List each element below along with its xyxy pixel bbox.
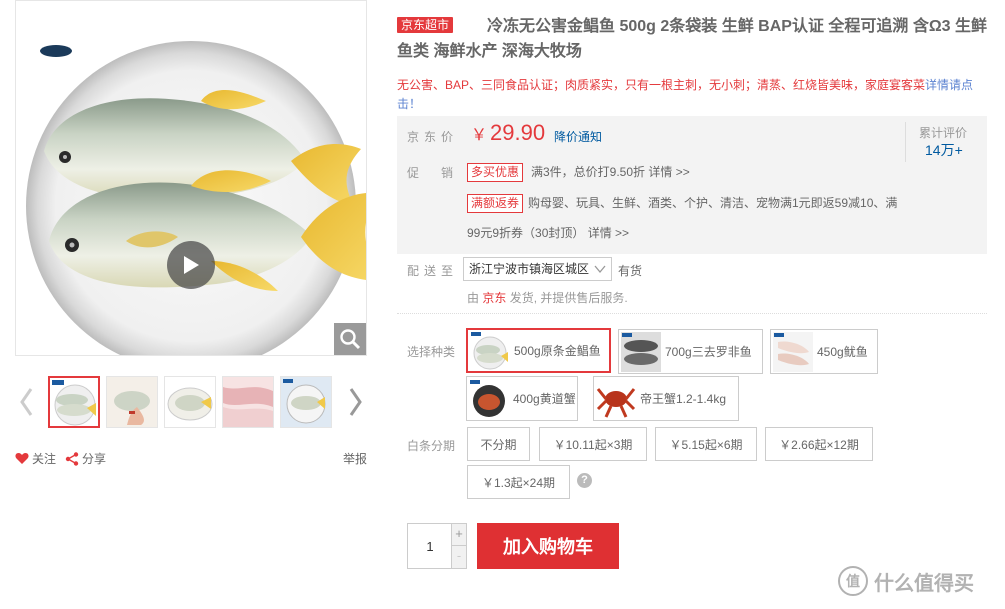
promo-coupon-text-line2: 99元9折券（30封顶） 详情 >> <box>467 225 629 242</box>
promo-coupon-desc2: 99元9折券（30封顶） <box>467 226 585 240</box>
quantity-minus-button[interactable]: - <box>451 546 466 568</box>
heart-icon <box>15 453 29 464</box>
follow-label: 关注 <box>32 452 57 466</box>
thumb-prev-button[interactable] <box>15 385 37 419</box>
follow-button[interactable]: 关注 <box>15 450 56 467</box>
share-button[interactable]: 分享 <box>65 450 106 467</box>
play-icon <box>184 256 199 274</box>
variant-name-2: 700g三去罗非鱼 <box>665 345 752 359</box>
main-product-image[interactable] <box>15 0 367 356</box>
delivery-label: 配送至 <box>407 264 459 278</box>
watermark-text: 什么值得买 <box>874 572 974 595</box>
installment-option-none[interactable]: 不分期 <box>467 427 530 461</box>
thumbnail-4[interactable] <box>222 376 274 428</box>
thumb-fish-hand-image <box>107 377 157 427</box>
quantity-stepper: + - <box>407 523 467 569</box>
promo-tag-multibuy: 多买优惠 <box>467 163 524 182</box>
thumbnail-5[interactable] <box>280 376 332 428</box>
report-label: 举报 <box>342 452 367 466</box>
subtitle-text: 无公害、BAP、三同食品认证；肉质紧实，只有一根主刺，无小刺；清蒸、红烧皆美味，… <box>397 78 926 92</box>
product-subtitle: 无公害、BAP、三同食品认证；肉质紧实，只有一根主刺，无小刺；清蒸、红烧皆美味，… <box>397 76 977 114</box>
chevron-left-icon <box>20 388 33 416</box>
thumbnail-2[interactable] <box>106 376 158 428</box>
price-amount: 29.90 <box>490 120 546 145</box>
variant-option-2[interactable]: 700g三去罗非鱼 <box>618 329 763 374</box>
address-value: 浙江宁波市镇海区城区 <box>469 262 590 276</box>
thumb-fish-meat-image <box>223 377 273 427</box>
ship-seller-link[interactable]: 京东 <box>482 291 506 305</box>
thumbnail-3[interactable] <box>164 376 216 428</box>
variant-option-5[interactable]: 帝王蟹1.2-1.4kg <box>593 376 739 421</box>
thumb-fish-dish-image <box>165 377 215 427</box>
quantity-input[interactable] <box>408 524 452 568</box>
price-divider <box>905 122 906 162</box>
variant-name-1: 500g原条金鲳鱼 <box>514 344 601 358</box>
promo-label: 促销 <box>407 166 476 180</box>
promo-multibuy-detail-link[interactable]: 详情 >> <box>648 165 689 179</box>
gallery-actions: 关注 分享 举报 <box>15 448 367 468</box>
price-box: 京东价 ￥ 29.90 降价通知 累计评价 14万+ 促销 多买优惠 满3件，总价… <box>397 116 987 254</box>
thumb-fish-plate-image <box>50 378 98 426</box>
ship-suffix: 发货, 并提供售后服务. <box>509 291 628 305</box>
report-link[interactable]: 举报 <box>343 450 367 467</box>
variant-thumb-tilapia <box>621 331 661 372</box>
variant-thumb-pompano <box>470 330 510 371</box>
variant-label: 选择种类 <box>407 345 456 359</box>
installment-option-12[interactable]: ￥2.66起×12期 <box>765 427 873 461</box>
watermark: 值 什么值得买 <box>838 566 974 596</box>
address-select[interactable]: 浙江宁波市镇海区城区 <box>463 257 612 281</box>
share-label: 分享 <box>82 452 107 466</box>
thumb-fish-blue-plate-image <box>281 377 331 427</box>
thumbnail-strip <box>15 375 367 431</box>
share-icon <box>65 451 79 466</box>
variant-option-3[interactable]: 450g鱿鱼 <box>770 329 878 374</box>
promo-coupon-text: 购母婴、玩具、生鲜、酒类、个护、清洁、宠物满1元即返59减10、满 <box>528 196 898 210</box>
price-label: 京东价 <box>407 130 459 144</box>
play-video-button[interactable] <box>167 241 215 289</box>
variant-name-4: 400g黄道蟹 <box>513 392 576 406</box>
shipping-info: 由 京东 发货, 并提供售后服务. <box>467 289 628 306</box>
variant-option-4[interactable]: 400g黄道蟹 <box>466 376 578 421</box>
chevron-down-icon <box>594 265 606 274</box>
quantity-plus-button[interactable]: + <box>451 524 466 546</box>
installment-option-3[interactable]: ￥10.11起×3期 <box>539 427 647 461</box>
currency-symbol: ￥ <box>471 127 488 144</box>
product-title: 京东超市 冷冻无公害金鲳鱼 500g 2条袋装 生鲜 BAP认证 全程可追溯 含Ω… <box>397 14 997 64</box>
variant-thumb-crab <box>469 378 509 419</box>
review-count-link[interactable]: 14万+ <box>925 140 963 160</box>
ship-prefix: 由 <box>467 291 480 305</box>
promo-tag-coupon: 满额返券 <box>467 194 524 213</box>
help-icon[interactable]: ? <box>577 473 592 488</box>
variant-thumb-squid <box>773 331 813 372</box>
variant-name-3: 450g鱿鱼 <box>817 345 868 359</box>
promo-multibuy-desc: 满3件，总价打9.50折 <box>531 165 646 179</box>
promo-coupon-detail-link[interactable]: 详情 >> <box>588 226 629 240</box>
chevron-right-icon <box>349 388 362 416</box>
installment-option-24[interactable]: ￥1.3起×24期 <box>467 465 570 499</box>
product-title-text: 冷冻无公害金鲳鱼 500g 2条袋装 生鲜 BAP认证 全程可追溯 含Ω3 生鲜… <box>397 18 988 60</box>
jd-supermarket-tag: 京东超市 <box>397 17 454 33</box>
installment-option-6[interactable]: ￥5.15起×6期 <box>655 427 757 461</box>
zoom-button[interactable] <box>334 323 366 355</box>
magnifier-icon <box>340 329 361 350</box>
stock-status: 有货 <box>618 264 643 278</box>
watermark-logo: 值 <box>838 566 868 596</box>
variant-option-1[interactable]: 500g原条金鲳鱼 <box>466 328 611 373</box>
price-value: ￥ 29.90 <box>471 120 545 146</box>
fish-photo <box>26 41 366 355</box>
section-divider <box>397 313 987 314</box>
variant-thumb-king-crab <box>596 378 636 419</box>
add-to-cart-button[interactable]: 加入购物车 <box>477 523 619 569</box>
installment-label: 白条分期 <box>407 439 456 453</box>
review-label: 累计评价 <box>919 126 968 140</box>
thumb-next-button[interactable] <box>345 385 367 419</box>
thumbnail-1[interactable] <box>48 376 100 428</box>
price-drop-notify-link[interactable]: 降价通知 <box>554 128 602 145</box>
promo-multibuy-text: 满3件，总价打9.50折 详情 >> <box>531 164 690 181</box>
variant-name-5: 帝王蟹1.2-1.4kg <box>640 392 727 406</box>
